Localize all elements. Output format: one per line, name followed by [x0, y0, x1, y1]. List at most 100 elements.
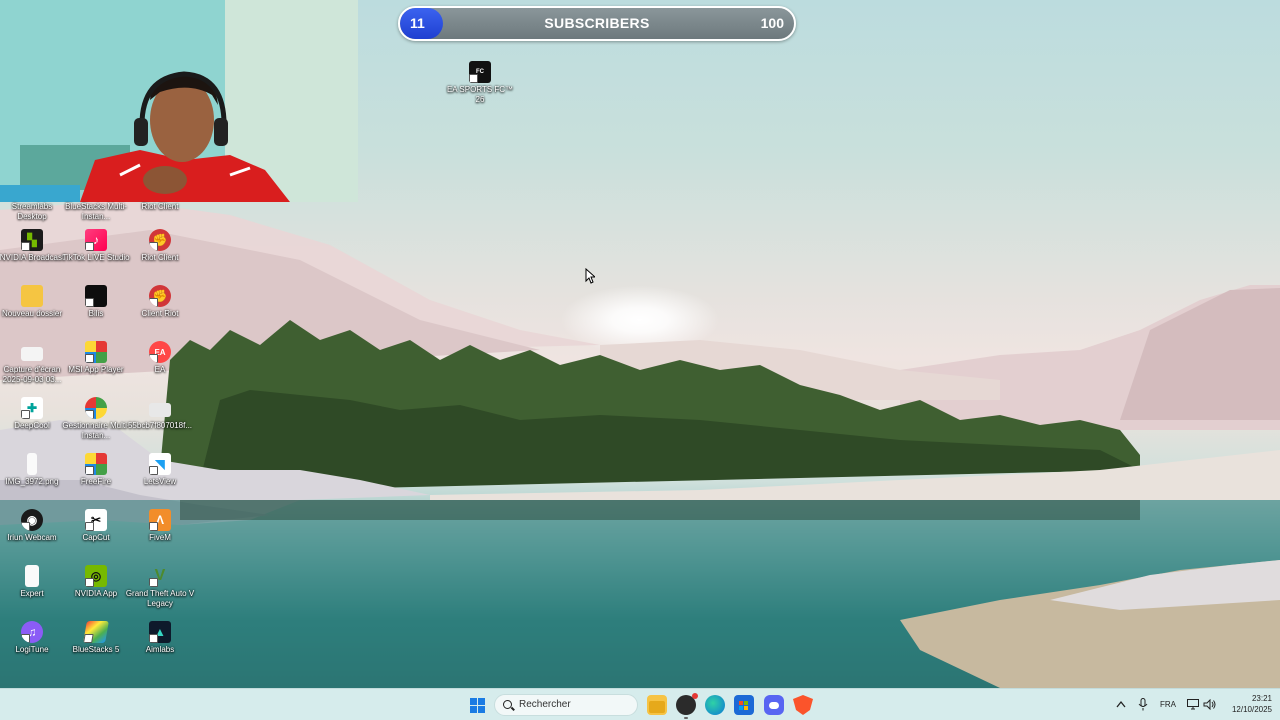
discord-icon[interactable] [764, 695, 784, 715]
desktop-icon-label: FiveM [149, 533, 171, 542]
taskbar: Rechercher FRA 23:21 12/10/2025 [0, 688, 1280, 720]
desktop-icon-expert[interactable]: Expert [0, 565, 64, 619]
ea-icon: EA [149, 341, 171, 363]
subscribers-goal-bar: 11 SUBSCRIBERS 100 [398, 6, 796, 41]
taskbar-search[interactable]: Rechercher [494, 694, 638, 716]
search-placeholder: Rechercher [519, 699, 571, 710]
desktop-icon-gestionnaire-multi[interactable]: Gestionnaire Multi-Instan... [62, 397, 130, 451]
desktop-icon-ea[interactable]: EA EA [128, 341, 192, 395]
desktop-icon-label: BlueStacks 5 [72, 645, 120, 654]
chevron-up-icon[interactable] [1116, 700, 1126, 708]
desktop-icon-label: Nouveau dossier [1, 309, 63, 318]
file-explorer-icon[interactable] [647, 695, 667, 715]
ea-fc-icon: FC [469, 61, 491, 83]
image-file-icon [149, 403, 171, 417]
capcut-icon: ✂ [85, 509, 107, 531]
desktop-icon-riot-client-top[interactable]: Riot Client [128, 178, 192, 232]
desktop-icon-label: 55bcb7f807018f... [127, 421, 193, 430]
store-icon[interactable] [734, 695, 754, 715]
desktop-icon-label: Riot Client [141, 202, 179, 211]
start-button[interactable] [470, 698, 485, 713]
desktop-icon-bluestacks-5[interactable]: BlueStacks 5 [64, 621, 128, 675]
desktop-icon-bilis[interactable]: Bilis [64, 285, 128, 339]
brave-icon[interactable] [793, 695, 813, 715]
webcam-icon: ◉ [21, 509, 43, 531]
multi-instance-icon [85, 397, 107, 419]
aimlabs-icon: ▲ [149, 621, 171, 643]
gta-icon: V [149, 565, 171, 587]
desktop-icon-screenshot[interactable]: Capture d'écran 2025-09-03 03... [0, 341, 64, 395]
desktop-icon-label: Iriun Webcam [7, 533, 57, 542]
tiktok-icon: ♪ [85, 229, 107, 251]
desktop-icon-nouveau-dossier[interactable]: Nouveau dossier [0, 285, 64, 339]
language-indicator[interactable]: FRA [1160, 700, 1176, 709]
desktop-icon-label: IMG_3972.png [5, 477, 59, 486]
subscribers-title: SUBSCRIBERS [544, 15, 650, 31]
desktop-icon-riot-client[interactable]: ✊ Riot Client [128, 229, 192, 283]
desktop-icon-label: Client Riot [141, 309, 179, 318]
obs-icon[interactable] [676, 693, 698, 719]
desktop-icon-label: Grand Theft Auto V Legacy [125, 589, 195, 608]
folder-icon [21, 285, 43, 307]
desktop-icon-label: NVIDIA App [74, 589, 118, 598]
desktop-icon-label: TikTok LIVE Studio [62, 253, 130, 262]
system-clock[interactable]: 23:21 12/10/2025 [1222, 693, 1272, 715]
clock-date: 12/10/2025 [1231, 705, 1272, 714]
desktop-icon-label: CapCut [82, 533, 110, 542]
letsview-icon: ◥ [149, 453, 171, 475]
bluestacks-icon [83, 621, 109, 643]
desktop-icon-label: EA [154, 365, 166, 374]
desktop-icon-letsview[interactable]: ◥ LetsView [128, 453, 192, 507]
desktop-icon-iriun-webcam[interactable]: ◉ Iriun Webcam [0, 509, 64, 563]
desktop-icon-tiktok-live[interactable]: ♪ TikTok LIVE Studio [62, 229, 130, 283]
fivem-icon: Λ [149, 509, 171, 531]
bilis-icon [85, 285, 107, 307]
nvidia-icon: ▚ [21, 229, 43, 251]
webcam-overlay [0, 0, 358, 202]
search-icon [503, 700, 512, 709]
mouse-cursor-icon [585, 268, 595, 284]
riot-icon: ✊ [149, 229, 171, 251]
volume-icon[interactable] [1203, 699, 1216, 710]
desktop-icon-ea-fc[interactable]: FC EA SPORTS FC™ 26 [447, 61, 513, 115]
nvidia-icon: ◎ [85, 565, 107, 587]
desktop-icon-aimlabs[interactable]: ▲ Aimlabs [128, 621, 192, 675]
desktop-icon-fivem[interactable]: Λ FiveM [128, 509, 192, 563]
desktop-icon-label: EA SPORTS FC™ 26 [446, 85, 514, 104]
desktop-icon-label: Expert [20, 589, 44, 598]
desktop-icon-nvidia-app[interactable]: ◎ NVIDIA App [64, 565, 128, 619]
desktop-icon-freefire[interactable]: FreeFire [64, 453, 128, 507]
desktop-icon-nvidia-broadcast[interactable]: ▚ NVIDIA Broadcast [0, 229, 64, 283]
desktop-icon-label: MSI App Player [68, 365, 124, 374]
edge-icon[interactable] [705, 695, 725, 715]
deepcool-icon: ✚ [21, 397, 43, 419]
network-icon[interactable] [1187, 699, 1199, 710]
desktop-icon-client-riot[interactable]: ✊ Client Riot [128, 285, 192, 339]
msi-app-player-icon [85, 341, 107, 363]
desktop-icon-55bcb[interactable]: 55bcb7f807018f... [128, 397, 192, 451]
subscribers-goal: 100 [760, 15, 784, 31]
desktop-icon-bluestacks-multi[interactable]: BlueStacks Multi-Instan... [64, 178, 128, 232]
streamer-video [0, 0, 358, 202]
desktop-icon-logitune[interactable]: ♫ LogiTune [0, 621, 64, 675]
clock-time: 23:21 [1251, 694, 1272, 703]
desktop-icon-label: Capture d'écran 2025-09-03 03... [2, 365, 62, 384]
image-file-icon [27, 453, 37, 475]
desktop-icon-label: LogiTune [15, 645, 49, 654]
desktop-icon-streamlabs[interactable]: Streamlabs Desktop [0, 178, 64, 232]
desktop-icon-capcut[interactable]: ✂ CapCut [64, 509, 128, 563]
desktop-icon-deepcool[interactable]: ✚ DeepCool [0, 397, 64, 451]
microphone-icon[interactable] [1138, 698, 1148, 711]
image-file-icon [21, 347, 43, 361]
desktop-icon-label: Bilis [88, 309, 104, 318]
desktop-icon-gta-v[interactable]: V Grand Theft Auto V Legacy [126, 565, 194, 619]
desktop-icon-label: Riot Client [141, 253, 179, 262]
desktop-icon-img-3972[interactable]: IMG_3972.png [0, 453, 64, 507]
desktop-icon-label: Streamlabs Desktop [11, 202, 53, 221]
document-icon [25, 565, 39, 587]
logitune-icon: ♫ [21, 621, 43, 643]
riot-icon: ✊ [149, 285, 171, 307]
desktop-icon-msi-app-player[interactable]: MSI App Player [64, 341, 128, 395]
desktop-icon-label: BlueStacks Multi-Instan... [65, 202, 127, 221]
desktop-icon-label: DeepCool [14, 421, 50, 430]
